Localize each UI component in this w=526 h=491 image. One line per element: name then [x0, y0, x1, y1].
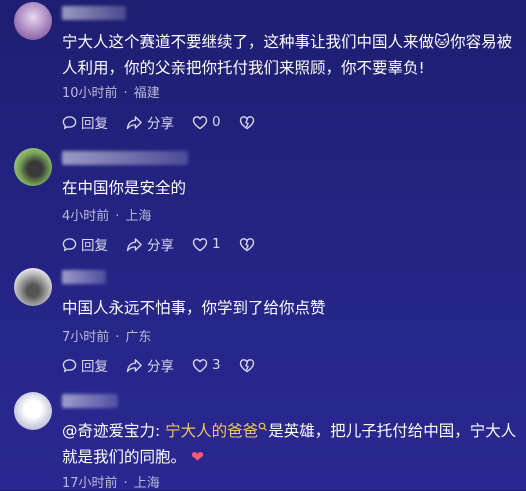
avatar[interactable]: [14, 268, 52, 306]
comment-actions: 回复 分享 0: [62, 112, 277, 132]
comment-text: 中国人永远不怕事，你学到了给你点赞: [62, 299, 326, 317]
heart-outline-icon: [192, 115, 208, 129]
heart-outline-icon: [192, 237, 208, 251]
highlighted-keyword[interactable]: 宁大人的爸爸: [165, 422, 258, 440]
share-label: 分享: [147, 359, 174, 375]
avatar[interactable]: [14, 392, 52, 430]
like-count: 0: [212, 114, 221, 130]
search-icon[interactable]: [258, 422, 268, 432]
comment-meta: 17小时前 · 上海: [62, 472, 160, 491]
like-button[interactable]: 1: [192, 236, 221, 252]
location: 上海: [125, 209, 152, 224]
like-button[interactable]: 0: [192, 114, 221, 130]
reply-label: 回复: [81, 359, 108, 375]
share-button[interactable]: 分享: [126, 234, 174, 254]
separator: ·: [123, 476, 128, 491]
separator: ·: [123, 86, 128, 101]
reply-button[interactable]: 回复: [62, 355, 108, 375]
timestamp: 17小时前: [62, 476, 118, 491]
comment-meta: 4小时前 · 上海: [62, 205, 151, 224]
like-count: 3: [212, 357, 221, 373]
share-label: 分享: [147, 238, 174, 254]
timestamp: 7小时前: [62, 330, 110, 345]
reply-icon: [62, 237, 77, 251]
location: 广东: [125, 330, 152, 345]
reply-icon: [62, 358, 77, 372]
separator: ·: [115, 209, 120, 224]
avatar[interactable]: [14, 148, 52, 186]
broken-heart-icon: [239, 358, 254, 372]
comment-text: 在中国你是安全的: [62, 179, 187, 197]
username-blurred: [62, 151, 188, 165]
separator: ·: [115, 330, 120, 345]
comment-meta: 10小时前 · 福建: [62, 82, 160, 101]
location: 福建: [133, 86, 160, 101]
comment-meta: 7小时前 · 广东: [62, 326, 151, 345]
broken-heart-icon: [239, 237, 254, 251]
like-button[interactable]: 3: [192, 357, 221, 373]
mention-link[interactable]: @奇迹爱宝力:: [62, 422, 160, 440]
dislike-button[interactable]: [239, 237, 259, 252]
share-icon: [126, 237, 142, 251]
reply-icon: [62, 115, 77, 129]
comment-actions: 回复 分享 1: [62, 234, 277, 254]
share-icon: [126, 358, 142, 372]
timestamp: 10小时前: [62, 86, 118, 101]
reply-label: 回复: [81, 116, 108, 132]
share-button[interactable]: 分享: [126, 355, 174, 375]
broken-heart-icon: [239, 115, 254, 129]
like-count: 1: [212, 236, 221, 252]
comment-text: @奇迹爱宝力: 宁大人的爸爸 是英雄，把儿子托付给中国，宁大人就是我们的同胞。 ❤: [62, 418, 518, 470]
reply-button[interactable]: 回复: [62, 112, 108, 132]
share-label: 分享: [147, 116, 174, 132]
location: 上海: [133, 476, 160, 491]
username-blurred: [62, 6, 126, 20]
avatar[interactable]: [14, 2, 52, 40]
dislike-button[interactable]: [239, 358, 259, 373]
reply-button[interactable]: 回复: [62, 234, 108, 254]
dislike-button[interactable]: [239, 115, 259, 130]
share-button[interactable]: 分享: [126, 112, 174, 132]
username-blurred: [62, 394, 118, 408]
comment-text: 宁大人这个赛道不要继续了，这种事让我们中国人来做🐱你容易被人利用，你的父亲把你托…: [62, 33, 513, 77]
share-icon: [126, 115, 142, 129]
heart-outline-icon: [192, 358, 208, 372]
red-heart-emoji: ❤: [190, 448, 204, 466]
reply-label: 回复: [81, 238, 108, 254]
comment-actions: 回复 分享 3: [62, 355, 277, 375]
timestamp: 4小时前: [62, 209, 110, 224]
username-blurred: [62, 270, 106, 284]
